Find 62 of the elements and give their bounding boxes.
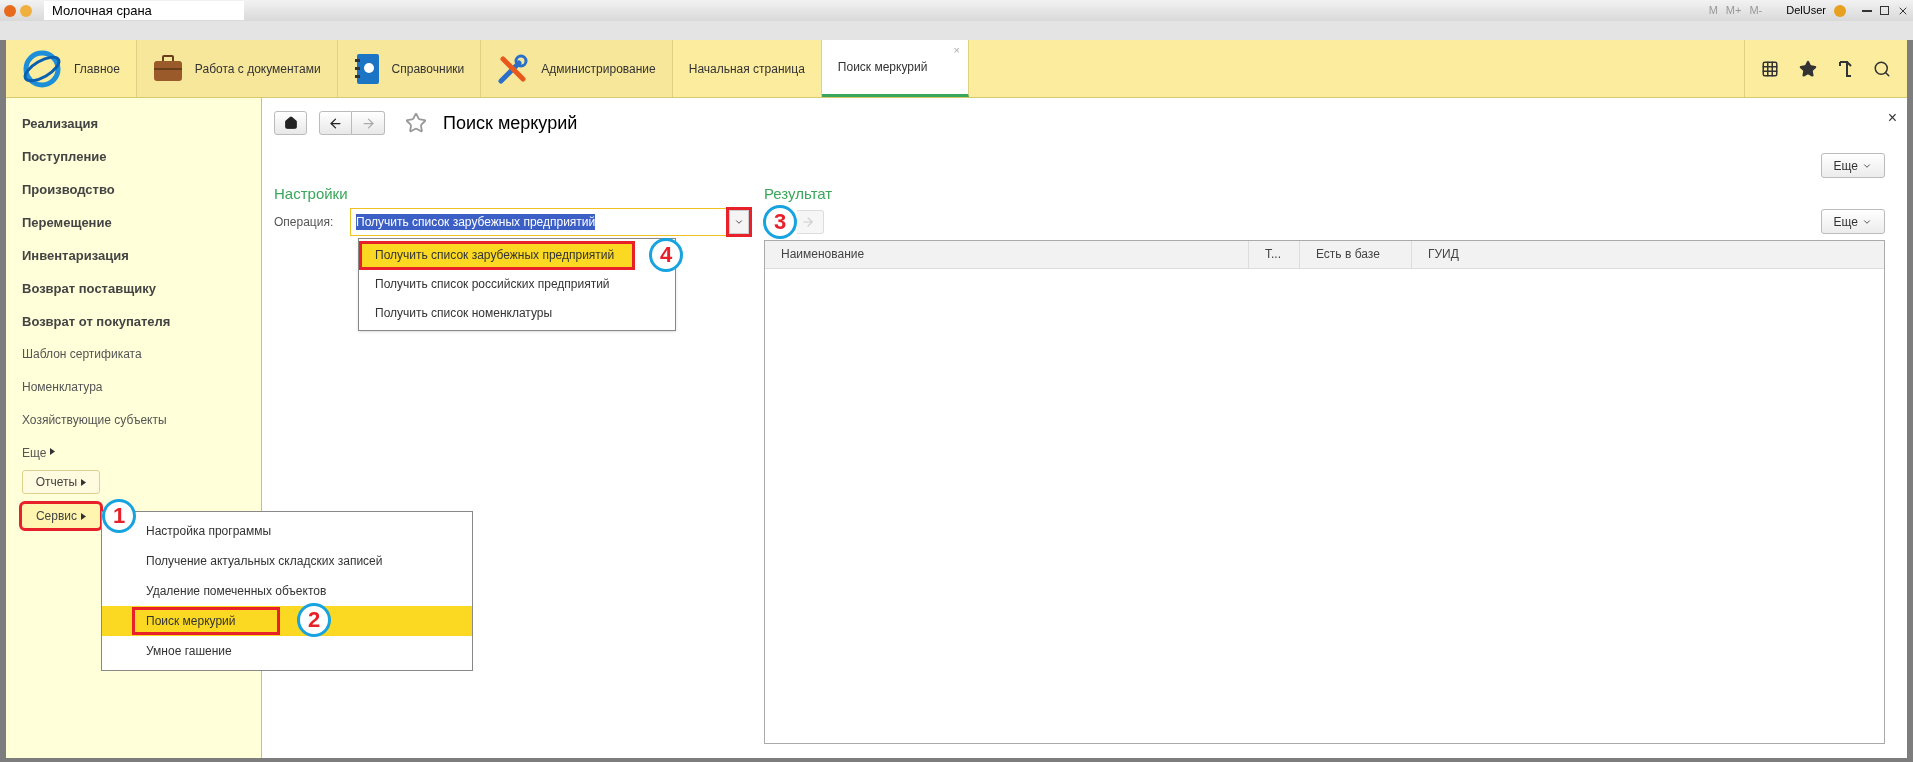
more-button[interactable]: Еще bbox=[1820, 153, 1885, 178]
sidebar-item[interactable]: Реализация bbox=[22, 114, 261, 147]
sidebar-item[interactable]: Производство bbox=[22, 180, 261, 213]
back-button[interactable] bbox=[319, 111, 352, 135]
favorites-icon[interactable] bbox=[1799, 59, 1817, 78]
sidebar-item[interactable]: Возврат поставщику bbox=[22, 279, 261, 312]
restore-icon[interactable] bbox=[1880, 6, 1889, 15]
settings-heading: Настройки bbox=[274, 184, 349, 204]
forward-arrow-icon bbox=[360, 115, 376, 131]
logo-icon bbox=[22, 48, 62, 89]
section-button[interactable]: Справочники bbox=[337, 40, 482, 97]
arrow-icon bbox=[801, 214, 815, 229]
sidebar-button[interactable]: Отчеты bbox=[22, 470, 100, 494]
callout-badge: 1 bbox=[102, 499, 136, 533]
tools-icon bbox=[497, 52, 530, 85]
search-icon[interactable] bbox=[1873, 59, 1891, 78]
menu-item[interactable]: Умное гашение bbox=[138, 636, 472, 666]
address-book-icon bbox=[353, 52, 380, 85]
apps-grid-icon[interactable] bbox=[1761, 59, 1779, 78]
caret-icon bbox=[81, 512, 87, 520]
favorite-star-icon[interactable] bbox=[405, 112, 427, 134]
dropdown-option[interactable]: Получить список номенклатуры bbox=[359, 298, 675, 328]
more-link[interactable]: Еще bbox=[22, 444, 261, 470]
sidebar-item[interactable]: Перемещение bbox=[22, 213, 261, 246]
sidebar-item[interactable]: Возврат от покупателя bbox=[22, 312, 261, 345]
close-page-button[interactable]: × bbox=[1887, 106, 1897, 130]
column-header[interactable]: Т... bbox=[1249, 240, 1300, 268]
callout-badge: 4 bbox=[649, 237, 683, 272]
sidebar-item[interactable]: Шаблон сертификата bbox=[22, 345, 261, 378]
result-heading: Результат bbox=[764, 184, 834, 204]
column-header[interactable]: Есть в базе bbox=[1300, 240, 1412, 268]
section-button[interactable]: Администрирование bbox=[481, 40, 673, 97]
open-tab[interactable]: Поиск меркурий × bbox=[821, 40, 969, 97]
dropdown-option[interactable]: Получить список зарубежных предприятий bbox=[359, 240, 635, 270]
home-icon bbox=[283, 116, 298, 130]
sidebar-item[interactable]: Номенклатура bbox=[22, 378, 261, 411]
history-icon[interactable] bbox=[1837, 59, 1853, 78]
caret-icon bbox=[81, 478, 87, 486]
sidebar-item[interactable]: Инвентаризация bbox=[22, 246, 261, 279]
caret-icon bbox=[50, 448, 56, 455]
window-title: Молочная срана bbox=[44, 0, 244, 21]
more-button[interactable]: Еще bbox=[1820, 209, 1885, 234]
column-header[interactable]: Наименование bbox=[765, 240, 1249, 268]
open-tab[interactable]: Начальная страница bbox=[672, 40, 822, 97]
briefcase-icon bbox=[152, 54, 183, 83]
sidebar-item[interactable]: Поступление bbox=[22, 147, 261, 180]
section-button[interactable]: Работа с документами bbox=[136, 40, 338, 97]
minimize-icon[interactable] bbox=[1862, 9, 1872, 12]
sidebar-button[interactable]: Сервис bbox=[22, 504, 100, 528]
operation-field[interactable]: Получить список зарубежных предприятий bbox=[350, 207, 752, 236]
menu-item[interactable]: Настройка программы bbox=[138, 516, 472, 546]
sidebar-item[interactable]: Хозяйствующие субъекты bbox=[22, 411, 261, 444]
operation-label: Операция: bbox=[274, 213, 335, 231]
page-title: Поиск меркурий bbox=[443, 111, 578, 135]
dropdown-option[interactable]: Получить список российских предприятий bbox=[359, 269, 675, 299]
dropdown-button[interactable] bbox=[729, 209, 749, 234]
menu-item[interactable]: Получение актуальных складских записей bbox=[138, 546, 472, 576]
user-name: DelUser bbox=[1786, 3, 1826, 19]
callout-badge: 3 bbox=[763, 204, 797, 239]
menu-item[interactable]: Удаление помеченных объектов bbox=[138, 576, 472, 606]
home-button[interactable] bbox=[274, 111, 307, 135]
column-header[interactable]: ГУИД bbox=[1412, 240, 1884, 268]
